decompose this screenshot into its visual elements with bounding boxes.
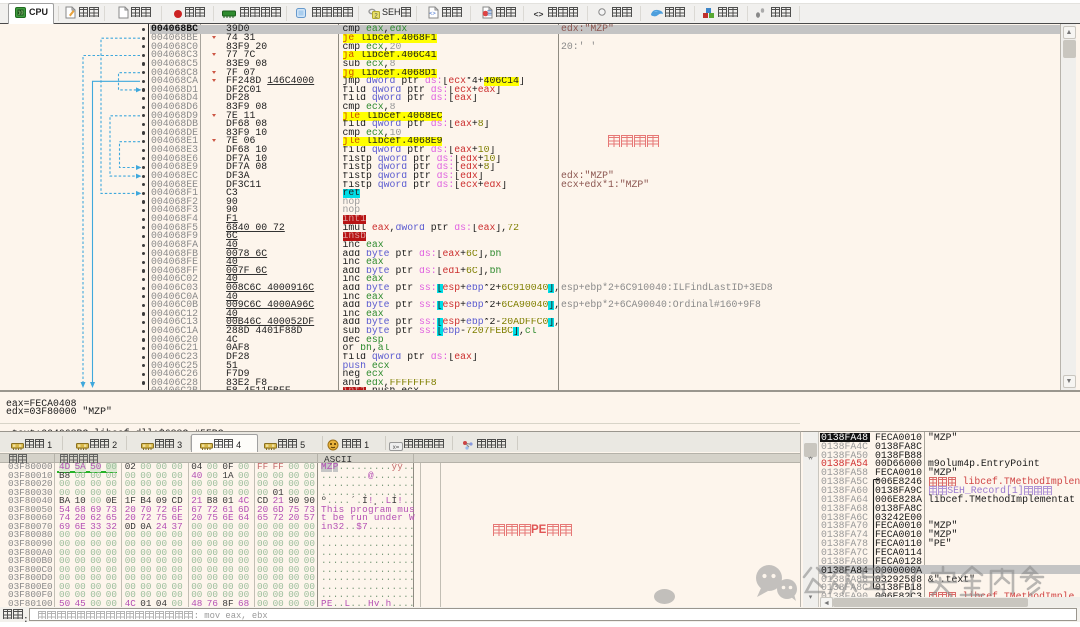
svg-text:<>: <> [429,11,435,17]
svg-text:10: 10 [18,11,24,17]
svg-text:x=: x= [393,445,400,451]
svg-text:<>: <> [534,9,544,19]
